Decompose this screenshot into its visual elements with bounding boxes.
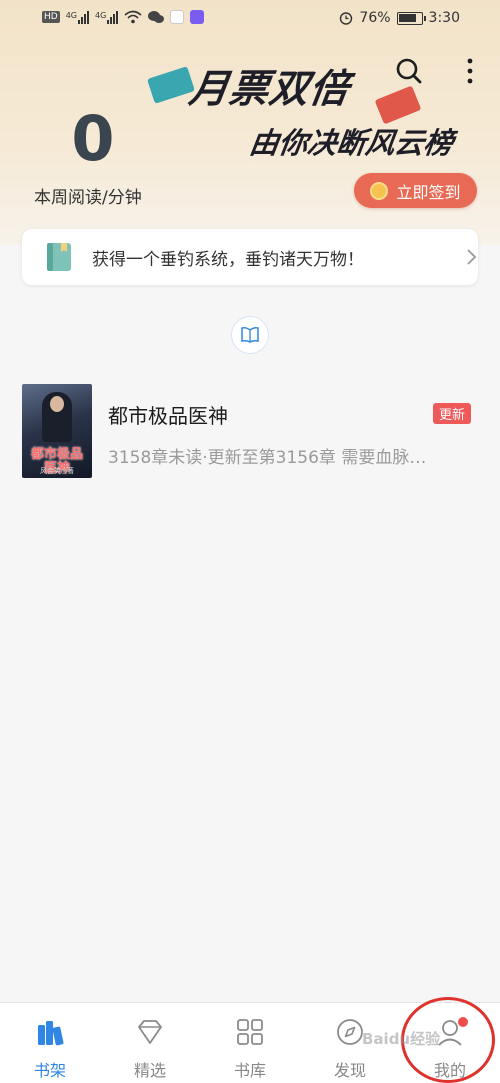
clock: 3:30 [428, 10, 460, 26]
chevron-right-icon [467, 249, 477, 265]
signal-icon-2: 4G [95, 10, 119, 24]
wifi-icon [124, 10, 142, 24]
signal-label: 4G [65, 10, 77, 20]
wechat-icon [148, 11, 165, 23]
nav-tab-library[interactable]: 书库 [200, 1003, 300, 1083]
notice-card[interactable]: 获得一个垂钓系统，垂钓诸天万物！ [22, 229, 478, 285]
alarm-icon [340, 12, 353, 25]
cover-author: 风会笑◎著 [39, 467, 75, 475]
battery-icon [396, 11, 426, 25]
nav-label-bookshelf: 书架 [33, 1061, 66, 1080]
book-title: 都市极品医神 [108, 404, 228, 428]
notice-text: 获得一个垂钓系统，垂钓诸天万物！ [92, 250, 364, 270]
hd-icon: HD [42, 11, 60, 23]
book-icon [47, 243, 71, 271]
book-cover[interactable]: 都市极品医神 风会笑◎著 [22, 384, 92, 478]
grid-icon [237, 1019, 263, 1045]
promo-banner[interactable]: 月票双倍 由你决断风云榜 [147, 42, 495, 162]
nav-label-featured: 精选 [133, 1061, 166, 1080]
compass-icon [337, 1019, 363, 1045]
banner-subline: 由你决断风云榜 [247, 126, 456, 160]
nav-tab-featured[interactable]: 精选 [100, 1003, 200, 1083]
update-badge: 更新 [433, 403, 471, 424]
checkin-label: 立即签到 [396, 182, 461, 202]
nav-label-library: 书库 [233, 1061, 266, 1080]
search-icon[interactable] [394, 56, 424, 86]
weekly-reading-label: 本周阅读/分钟 [34, 188, 142, 208]
signal-icon: 4G [65, 10, 89, 24]
battery-percent: 76% [359, 10, 391, 26]
ticket-icon-2 [374, 85, 422, 125]
cover-face [50, 396, 64, 412]
coin-icon [370, 181, 389, 200]
header-banner: HD 4G 4G 76% 3:30 0 本周阅读/分钟 月票双倍 由你决断风云榜… [0, 0, 500, 245]
nav-label-discover: 发现 [333, 1061, 366, 1080]
banner-headline: 月票双倍 [186, 67, 353, 112]
more-icon[interactable] [458, 56, 482, 86]
checkin-button[interactable]: 立即签到 [354, 173, 477, 208]
weekly-reading-count: 0 [71, 102, 115, 175]
open-book-icon [241, 326, 259, 343]
shelf-mode-toggle[interactable] [231, 316, 269, 354]
bookshelf-icon [38, 1021, 64, 1046]
book-progress: 3158章未读·更新至第3156章 需要血脉… [108, 448, 427, 468]
status-bar: HD 4G 4G 76% 3:30 [0, 0, 500, 38]
watermark: Baidu经验 [362, 1030, 441, 1048]
app-icon-purple [190, 10, 205, 24]
app-icon-red [170, 10, 185, 24]
signal-label-2: 4G [95, 10, 107, 20]
book-list-item[interactable]: 都市极品医神 风会笑◎著 都市极品医神 更新 3158章未读·更新至第3156章… [0, 378, 500, 488]
nav-tab-bookshelf[interactable]: 书架 [0, 1003, 100, 1083]
diamond-icon [138, 1020, 162, 1044]
